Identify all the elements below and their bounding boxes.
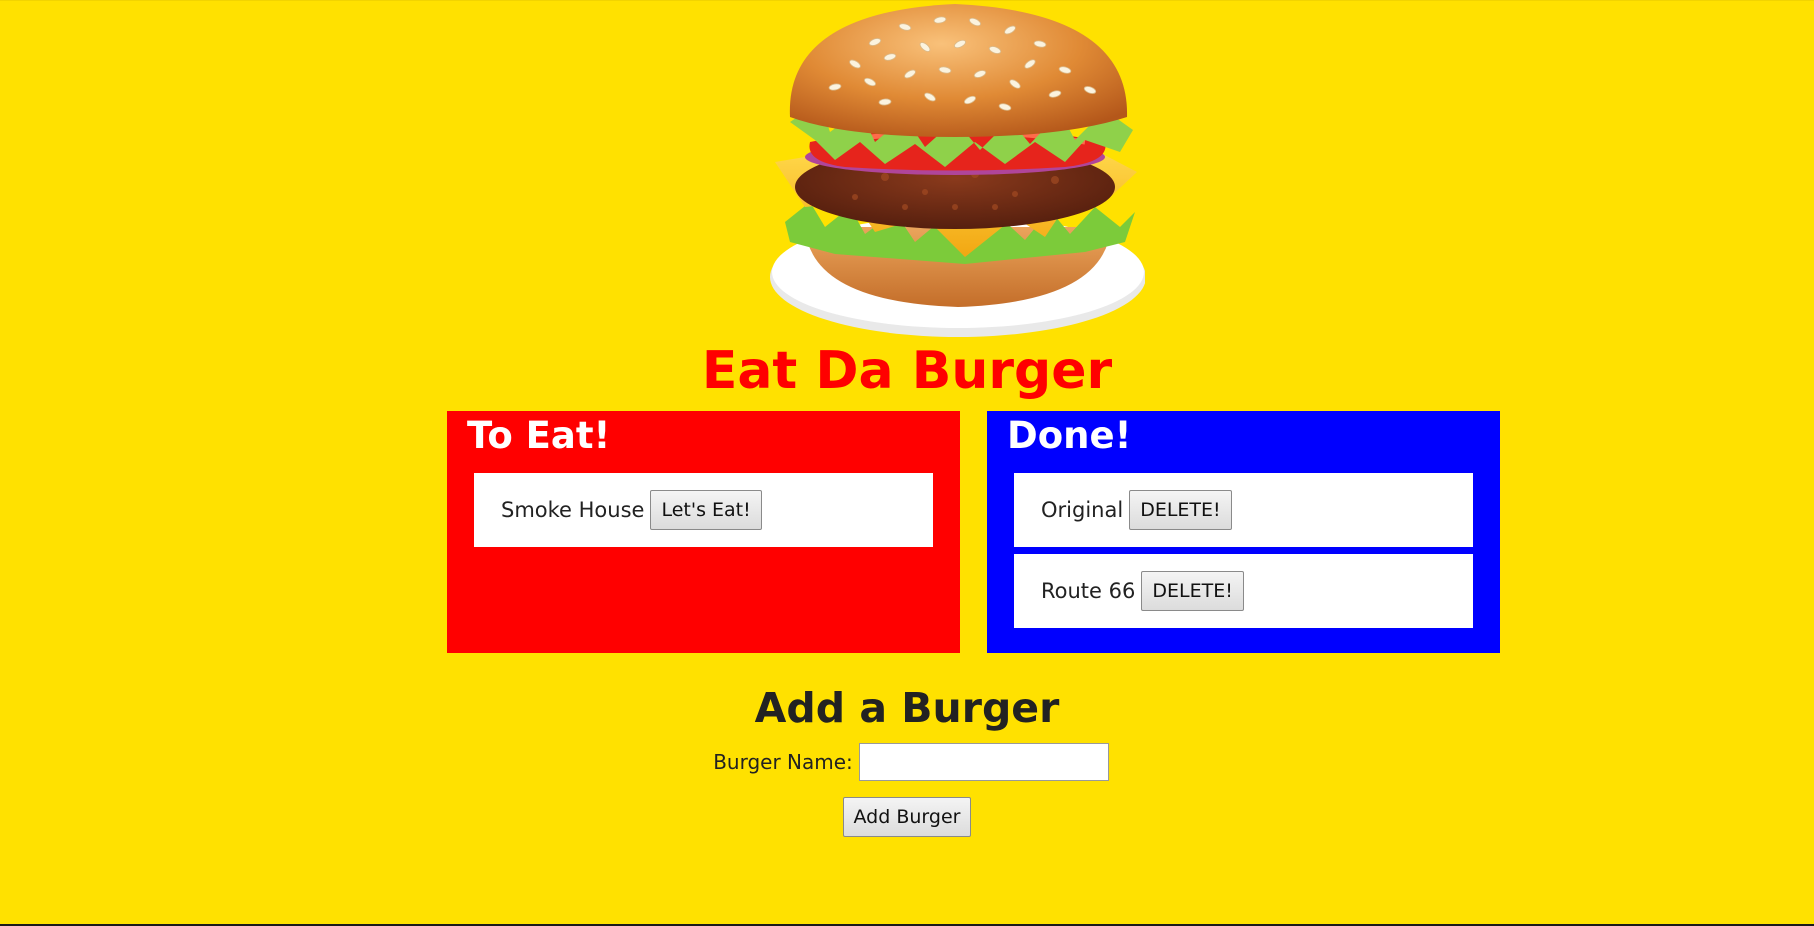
burger-name: Original: [1041, 498, 1124, 522]
add-burger-button[interactable]: Add Burger: [842, 797, 972, 837]
burger-name-label: Burger Name:: [713, 750, 853, 774]
lets-eat-button[interactable]: Let's Eat!: [650, 490, 762, 530]
burger-name-row: Burger Name:: [0, 743, 1814, 781]
submit-row: Add Burger: [0, 797, 1814, 837]
burger-name: Smoke House: [501, 498, 645, 522]
done-panel: Done! Original DELETE! Route 66 DELETE!: [987, 411, 1500, 653]
burger-name-input[interactable]: [858, 743, 1109, 781]
burger-image: [770, 4, 1145, 337]
add-burger-heading: Add a Burger: [754, 684, 1060, 732]
to-eat-panel: To Eat! Smoke House Let's Eat!: [447, 411, 960, 653]
burger-list-item: Smoke House Let's Eat!: [474, 473, 933, 547]
delete-button[interactable]: DELETE!: [1141, 571, 1244, 611]
done-heading: Done!: [1007, 414, 1132, 457]
to-eat-heading: To Eat!: [467, 414, 611, 457]
burger-list-item: Original DELETE!: [1014, 473, 1473, 547]
page-title: Eat Da Burger: [701, 341, 1113, 401]
burger-list-item: Route 66 DELETE!: [1014, 554, 1473, 628]
delete-button[interactable]: DELETE!: [1129, 490, 1232, 530]
top-border: [0, 0, 1814, 1]
burger-name: Route 66: [1041, 579, 1136, 603]
